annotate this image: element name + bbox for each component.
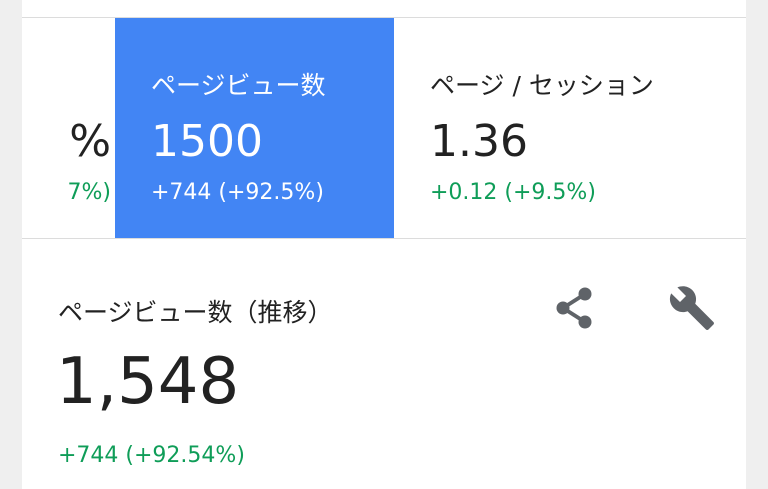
settings-button[interactable]	[666, 282, 718, 334]
metric-change: +744 (+92.5%)	[151, 180, 324, 205]
wrench-icon	[668, 284, 716, 332]
metric-change: +0.12 (+9.5%)	[430, 180, 596, 205]
metric-value: 1500	[151, 116, 263, 167]
metric-value: 1.36	[430, 116, 528, 167]
page: % 7%) ページビュー数 1500 +744 (+92.5%) ページ / セ…	[0, 0, 768, 489]
metric-tile-pageviews[interactable]: ページビュー数 1500 +744 (+92.5%)	[115, 18, 394, 238]
metric-tile-previous[interactable]: % 7%)	[22, 18, 115, 238]
analytics-card: % 7%) ページビュー数 1500 +744 (+92.5%) ページ / セ…	[22, 0, 746, 489]
metric-label: ページビュー数	[151, 71, 326, 100]
detail-title: ページビュー数（推移）	[58, 298, 333, 327]
share-button[interactable]	[548, 282, 600, 334]
metric-label: ページ / セッション	[430, 71, 654, 100]
detail-change: +744 (+92.54%)	[58, 443, 245, 468]
metric-change: 7%)	[67, 180, 111, 205]
share-icon	[553, 285, 595, 331]
metric-value: %	[69, 116, 111, 167]
detail-value: 1,548	[56, 345, 240, 419]
metric-tile-pages-per-session[interactable]: ページ / セッション 1.36 +0.12 (+9.5%)	[394, 18, 746, 238]
section-divider	[22, 238, 746, 239]
